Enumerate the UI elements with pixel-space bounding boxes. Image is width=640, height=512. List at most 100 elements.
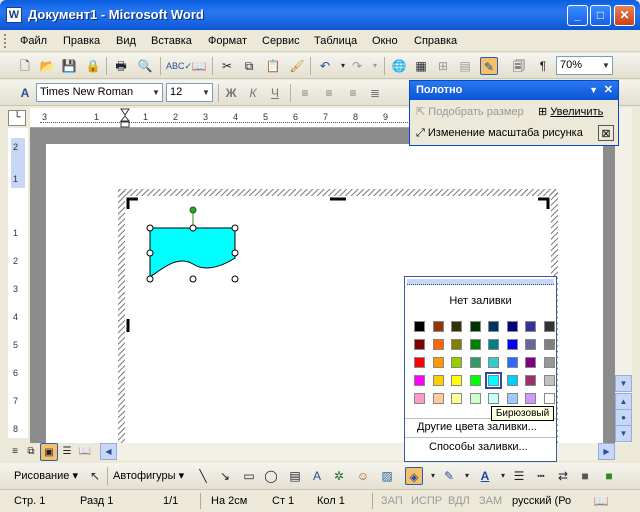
color-swatch[interactable] [451,357,462,368]
diagram-icon[interactable]: ✲ [330,467,348,485]
italic-button[interactable]: К [244,84,262,102]
scale-button[interactable]: ⤢ Изменение масштаба рисунка [416,125,583,141]
menu-tools[interactable]: Сервис [262,35,300,47]
color-swatch[interactable] [469,339,481,350]
canvas-toolbar-title[interactable]: Полотно ▼ ✕ [410,81,618,100]
font-size-combo[interactable]: 12 ▼ [166,83,213,102]
font-combo[interactable]: Times New Roman ▼ [36,83,163,102]
color-swatch[interactable] [432,375,444,386]
align-left-icon[interactable]: ≡ [296,84,314,102]
menu-file[interactable]: Файл [20,35,47,47]
prev-page-icon[interactable]: ▲ [615,393,632,410]
new-document-icon[interactable]: 🗋 [16,57,34,75]
redo-icon[interactable]: ↷ [348,57,366,75]
align-right-icon[interactable]: ≡ [344,84,362,102]
color-swatch[interactable] [414,375,425,386]
color-swatch[interactable] [506,321,518,332]
dash-style-icon[interactable]: ┅ [532,467,550,485]
status-ovr[interactable]: ЗАМ [479,495,502,507]
color-swatch[interactable] [488,393,499,404]
color-swatch[interactable] [543,339,555,350]
justify-icon[interactable]: ≣ [366,84,384,102]
menu-help[interactable]: Справка [414,35,457,47]
color-swatch[interactable] [488,339,499,350]
rectangle-icon[interactable]: ▭ [240,467,258,485]
menu-table[interactable]: Таблица [314,35,357,47]
more-colors-option[interactable]: Другие цвета заливки... [417,421,537,433]
print-preview-icon[interactable]: 🔍 [136,57,154,75]
color-swatch[interactable] [469,375,481,386]
vertical-scrollbar[interactable]: ▼ ▲ ● ▼ [615,108,632,443]
paste-icon[interactable]: 📋 [264,57,282,75]
word-app-icon[interactable]: W [6,7,22,23]
cut-icon[interactable]: ✂ [218,57,236,75]
select-objects-icon[interactable]: ↖ [86,467,104,485]
permission-icon[interactable]: 🔒 [84,57,102,75]
color-swatch[interactable] [469,393,481,404]
color-swatch[interactable] [451,339,462,350]
outline-view-icon[interactable]: ☰ [58,443,76,461]
chevron-down-icon[interactable]: ▼ [589,81,598,100]
color-swatch[interactable] [451,393,462,404]
color-swatch[interactable] [525,375,536,386]
tab-selector[interactable]: └ [8,110,26,126]
3d-icon[interactable]: ■ [600,467,618,485]
fit-button[interactable]: ⇱ Подобрать размер [416,104,524,120]
fill-effects-option[interactable]: Способы заливки... [429,441,528,453]
menu-edit[interactable]: Правка [63,35,100,47]
no-fill-option[interactable]: Нет заливки [405,295,556,307]
zoom-combo[interactable]: 70% ▼ [556,56,613,75]
color-swatch[interactable] [506,357,518,368]
scroll-down-icon[interactable]: ▼ [615,375,632,392]
font-color-icon[interactable]: A [476,467,494,485]
color-swatch[interactable] [543,375,555,386]
copy-icon[interactable]: ⧉ [240,57,258,75]
document-map-icon[interactable]: 🗐 [510,57,528,75]
shadow-icon[interactable]: ■ [576,467,594,485]
scroll-left-icon[interactable]: ◀ [100,443,117,460]
status-trk[interactable]: ИСПР [411,495,442,507]
draw-menu[interactable]: Рисование ▾ [14,469,78,482]
scroll-right-icon[interactable]: ▶ [598,443,615,460]
title-bar[interactable]: W Документ1 - Microsoft Word _ □ ✕ [0,0,640,30]
menu-view[interactable]: Вид [116,35,136,47]
open-folder-icon[interactable]: 📂 [38,57,56,75]
line-style-icon[interactable]: ☰ [510,467,528,485]
color-swatch[interactable] [451,321,462,332]
save-icon[interactable]: 💾 [60,57,78,75]
clipart-icon[interactable]: ☺ [354,467,372,485]
color-swatch[interactable] [543,393,555,404]
tables-borders-icon[interactable]: ▦ [412,57,430,75]
status-language[interactable]: русский (Ро [512,495,571,507]
print-layout-icon[interactable]: ▣ [40,443,58,461]
drawing-toggle-icon[interactable]: ✎ [480,57,498,75]
color-swatch[interactable] [432,357,444,368]
color-swatch[interactable] [525,393,536,404]
status-rec[interactable]: ЗАП [381,495,403,507]
show-hide-icon[interactable]: ¶ [534,57,552,75]
menu-window[interactable]: Окно [372,35,398,47]
menu-format[interactable]: Формат [208,35,247,47]
color-swatch[interactable] [506,375,518,386]
next-page-icon[interactable]: ▼ [615,425,632,442]
bold-button[interactable]: Ж [222,84,240,102]
chevron-down-icon[interactable]: ▼ [600,57,612,74]
underline-button[interactable]: Ч [266,84,284,102]
menu-drag-handle[interactable] [407,279,554,285]
fill-color-icon[interactable]: ◈ [405,467,423,485]
color-swatch[interactable] [488,357,499,368]
web-view-icon[interactable]: ⧉ [22,443,40,461]
insert-excel-icon[interactable]: ▤ [456,57,474,75]
color-swatch[interactable] [451,375,462,386]
text-wrap-icon[interactable]: ⊠ [598,125,614,141]
insert-table-icon[interactable]: ⊞ [434,57,452,75]
browse-object-icon[interactable]: ● [615,409,632,426]
color-swatch[interactable] [488,321,499,332]
maximize-button[interactable]: □ [590,5,611,26]
arrow-icon[interactable]: ↘ [216,467,234,485]
styles-icon[interactable]: A [16,84,34,102]
color-swatch[interactable] [469,357,481,368]
reading-view-icon[interactable]: 📖 [76,443,94,461]
print-icon[interactable]: 🖶 [112,57,130,75]
color-swatch[interactable] [414,393,425,404]
